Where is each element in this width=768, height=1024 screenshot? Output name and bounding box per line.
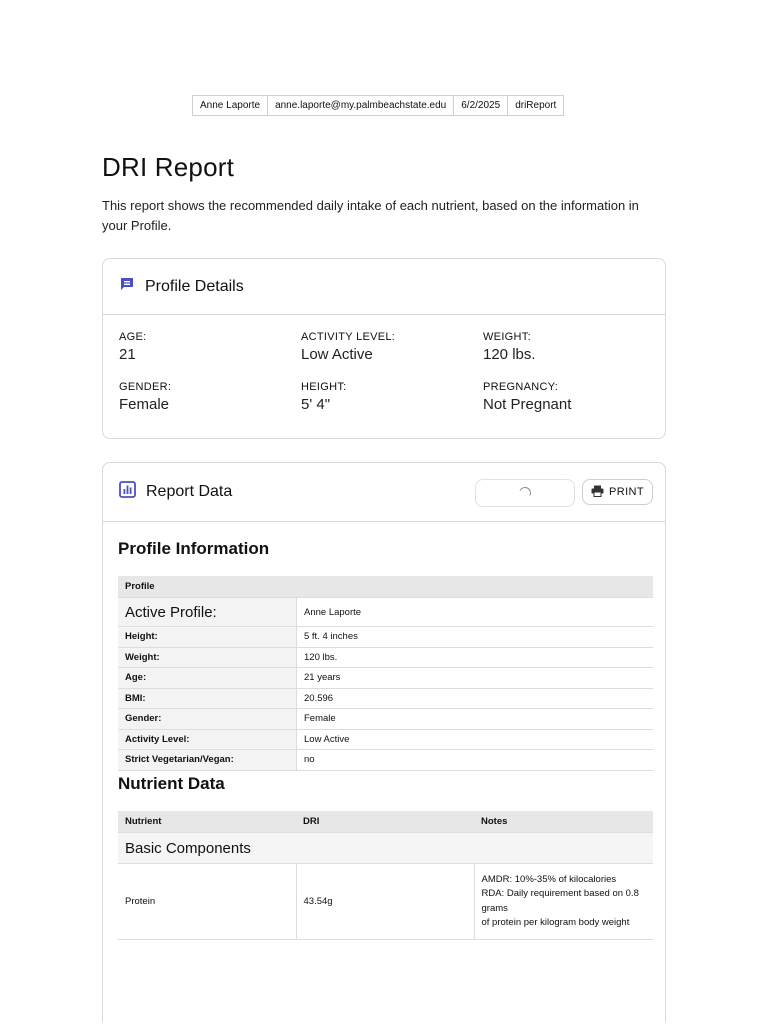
bar-chart-icon [119,481,136,503]
row-label: Gender: [118,708,297,730]
row-value: 20.596 [296,688,653,709]
printer-icon [591,485,604,500]
profile-information-table: Profile Active Profile: Anne Laporte Hei… [118,576,653,771]
row-label: Active Profile: [118,597,297,627]
detail-label: PREGNANCY: [483,381,559,393]
table-row: Gender: Female [118,708,653,730]
table-row: Protein 43.54g AMDR: 10%-35% of kilocalo… [118,863,653,940]
detail-value: Female [119,396,170,413]
note-line: AMDR: 10%-35% of kilocalories [481,873,617,885]
profile-details-card: Profile Details AGE: 21 ACTIVITY LEVEL: … [102,258,666,439]
row-label: BMI: [118,688,297,709]
row-value: no [296,749,653,771]
row-label: Strict Vegetarian/Vegan: [118,749,297,771]
note-line: of protein per kilogram body weight [481,917,630,928]
report-data-header: Report Data PRINT [103,463,665,522]
nutrient-name: Protein [118,863,297,940]
note-line: RDA: Daily requirement based on 0.8 gram… [481,888,639,914]
nutrient-data-heading: Nutrient Data [118,774,225,793]
row-value: 5 ft. 4 inches [296,626,653,648]
report-data-title: Report Data [146,483,233,500]
meta-report-id: driReport [515,100,557,111]
detail-label: ACTIVITY LEVEL: [301,331,396,343]
detail-activity-level: ACTIVITY LEVEL: Low Active [301,331,483,363]
subsection-label: Basic Components [118,832,653,864]
table-row: Active Profile: Anne Laporte [118,597,653,627]
table-row: BMI: 20.596 [118,688,653,709]
report-meta-strip: Anne Laporte anne.laporte@my.palmbeachst… [192,95,565,116]
row-value: 21 years [296,667,653,689]
spinner-icon [517,485,533,501]
report-data-card: Report Data PRINT Profile Information Pr… [102,462,666,1022]
detail-value: 120 lbs. [483,346,536,363]
column-header-notes: Notes [474,811,653,833]
row-label: Activity Level: [118,729,297,750]
comment-icon [119,276,135,297]
row-value: Low Active [296,729,653,750]
table-row: Strict Vegetarian/Vegan: no [118,749,653,771]
detail-age: AGE: 21 [119,331,301,363]
print-button[interactable]: PRINT [582,479,653,505]
table-row: Age: 21 years [118,667,653,689]
row-value: 120 lbs. [296,647,653,668]
detail-label: AGE: [119,331,147,343]
detail-pregnancy: PREGNANCY: Not Pregnant [483,381,665,413]
row-label: Age: [118,667,297,689]
nutrient-notes: AMDR: 10%-35% of kilocalories RDA: Daily… [474,863,653,940]
nutrient-dri: 43.54g [296,863,475,940]
detail-value: Not Pregnant [483,396,572,413]
table-header-row: Nutrient DRI Notes [118,811,653,833]
detail-label: WEIGHT: [483,331,531,343]
detail-label: GENDER: [119,381,172,393]
table-header-row: Profile [118,576,653,598]
detail-value: 21 [119,346,136,363]
table-row: Height: 5 ft. 4 inches [118,626,653,648]
nutrient-data-table: Nutrient DRI Notes Basic Components Prot… [118,811,653,940]
row-label: Weight: [118,647,297,668]
table-row: Weight: 120 lbs. [118,647,653,668]
loading-indicator [475,479,575,507]
column-header-nutrient: Nutrient [118,811,296,833]
profile-details-title: Profile Details [145,277,244,295]
meta-user-name: Anne Laporte [193,96,269,115]
page-intro: This report shows the recommended daily … [102,198,639,233]
detail-value: Low Active [301,346,373,363]
detail-height: HEIGHT: 5' 4" [301,381,483,413]
profile-details-header: Profile Details [103,259,665,315]
print-label: PRINT [609,486,644,498]
detail-gender: GENDER: Female [119,381,301,413]
profile-information-heading: Profile Information [118,539,270,558]
page-title: DRI Report [102,152,235,182]
table-header-profile: Profile [118,576,653,598]
column-header-dri: DRI [296,811,474,833]
row-label: Height: [118,626,297,648]
detail-weight: WEIGHT: 120 lbs. [483,331,665,363]
table-subsection-row: Basic Components [118,832,653,864]
profile-details-grid: AGE: 21 ACTIVITY LEVEL: Low Active WEIGH… [103,315,665,413]
detail-value: 5' 4" [301,396,331,413]
row-value: Anne Laporte [296,597,653,627]
detail-label: HEIGHT: [301,381,347,393]
row-value: Female [296,708,653,730]
meta-user-email: anne.laporte@my.palmbeachstate.edu [268,96,455,115]
table-row: Activity Level: Low Active [118,729,653,750]
meta-date: 6/2/2025 [454,96,509,115]
